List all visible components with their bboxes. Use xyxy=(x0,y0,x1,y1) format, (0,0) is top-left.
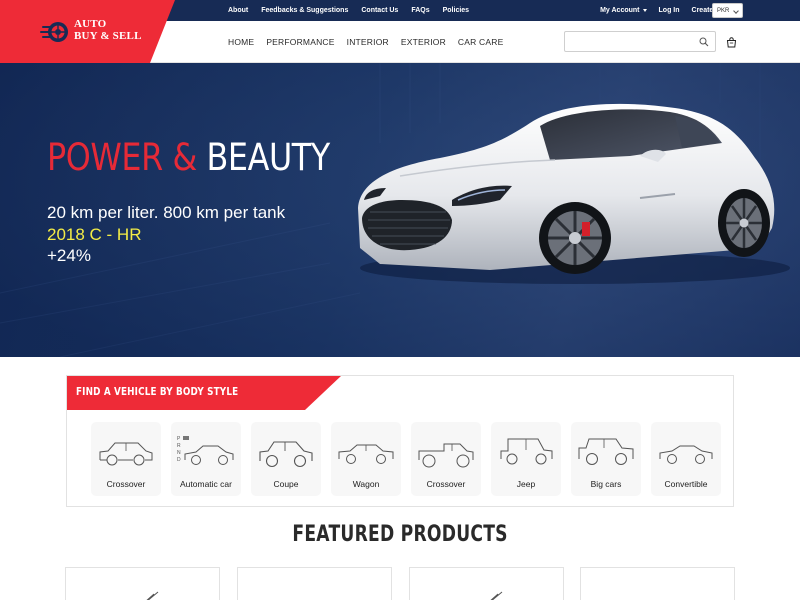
page: About Feedbacks & Suggestions Contact Us… xyxy=(0,0,800,600)
body-style-label: Crossover xyxy=(106,479,146,489)
sports-car-image xyxy=(358,103,790,284)
logo-line-2: BUY & SELL xyxy=(74,30,142,42)
featured-products-title-text: FEATURED PRODUCTS xyxy=(292,522,508,547)
big-car-icon xyxy=(578,438,634,465)
top-link-about[interactable]: About xyxy=(228,7,248,14)
body-style-wagon[interactable]: Wagon xyxy=(331,422,401,496)
chevron-down-icon xyxy=(733,8,739,14)
top-link-policies[interactable]: Policies xyxy=(443,7,469,14)
body-style-label: Convertible xyxy=(664,479,708,489)
top-link-contact[interactable]: Contact Us xyxy=(361,7,398,14)
body-style-automatic-car[interactable]: P R N D Automatic car xyxy=(171,422,241,496)
product-image xyxy=(288,590,348,600)
tire-logo-icon xyxy=(40,22,68,42)
logo[interactable]: AUTO BUY & SELL xyxy=(0,0,175,63)
product-image xyxy=(490,591,503,600)
body-style-big-cars[interactable]: Big cars xyxy=(571,422,641,496)
login-link[interactable]: Log In xyxy=(659,7,680,14)
nav-home[interactable]: HOME xyxy=(228,37,254,47)
hero-model: 2018 C - HR xyxy=(47,225,142,244)
jeep-icon xyxy=(500,438,553,465)
product-image xyxy=(631,590,691,600)
hero-subtitle: 20 km per liter. 800 km per tank xyxy=(47,203,286,222)
nav-performance[interactable]: PERFORMANCE xyxy=(266,37,334,47)
svg-text:D: D xyxy=(177,457,181,463)
body-style-label: Crossover xyxy=(426,479,466,489)
body-style-label: Jeep xyxy=(516,479,536,489)
body-style-crossover[interactable]: Crossover xyxy=(91,422,161,496)
crossover-icon xyxy=(99,442,153,466)
body-style-label: Big cars xyxy=(590,479,622,489)
hero-title: POWER & BEAUTY xyxy=(47,136,330,179)
chevron-down-icon xyxy=(642,8,647,12)
currency-select[interactable]: PKR xyxy=(712,3,743,18)
nav-exterior[interactable]: EXTERIOR xyxy=(401,37,446,47)
product-card[interactable] xyxy=(580,567,735,600)
body-style-crossover-2[interactable]: Crossover xyxy=(411,422,481,496)
wagon-icon xyxy=(338,444,394,464)
nav-car-care[interactable]: CAR CARE xyxy=(458,37,504,47)
body-style-section: FIND A VEHICLE BY BODY STYLE Crossover P… xyxy=(66,375,734,507)
cart-icon[interactable] xyxy=(726,37,737,48)
body-style-coupe[interactable]: Coupe xyxy=(251,422,321,496)
convertible-icon xyxy=(659,445,713,464)
body-style-title: FIND A VEHICLE BY BODY STYLE xyxy=(76,385,239,398)
nav-interior[interactable]: INTERIOR xyxy=(347,37,389,47)
search-box xyxy=(564,31,716,52)
body-style-label: Automatic car xyxy=(180,479,232,489)
automatic-car-icon: P R N D xyxy=(177,436,234,465)
svg-text:R: R xyxy=(177,443,181,449)
product-image xyxy=(146,591,159,600)
coupe-icon xyxy=(259,441,313,468)
svg-text:P: P xyxy=(177,436,181,442)
hero-banner: POWER & BEAUTY 20 km per liter. 800 km p… xyxy=(0,63,800,357)
my-account-label: My Account xyxy=(600,7,640,14)
hero-title-white: BEAUTY xyxy=(206,136,331,179)
featured-products-title: FEATURED PRODUCTS xyxy=(0,522,800,547)
search-input[interactable] xyxy=(569,35,695,48)
product-card[interactable] xyxy=(237,567,392,600)
top-link-faqs[interactable]: FAQs xyxy=(411,7,429,14)
my-account-dropdown[interactable]: My Account xyxy=(600,7,647,14)
product-card[interactable] xyxy=(409,567,564,600)
product-card[interactable] xyxy=(65,567,220,600)
top-links: About Feedbacks & Suggestions Contact Us… xyxy=(228,0,482,21)
main-nav: HOME PERFORMANCE INTERIOR EXTERIOR CAR C… xyxy=(228,21,515,63)
search-icon[interactable] xyxy=(699,37,709,47)
hero-stat: +24% xyxy=(47,246,91,265)
pickup-icon xyxy=(418,443,474,468)
body-style-label: Coupe xyxy=(273,479,299,489)
top-link-feedbacks[interactable]: Feedbacks & Suggestions xyxy=(261,7,348,14)
currency-value: PKR xyxy=(717,7,730,14)
logo-line-1: AUTO xyxy=(74,18,107,30)
svg-text:N: N xyxy=(177,450,181,456)
hero-title-red: POWER & xyxy=(47,136,197,179)
body-style-jeep[interactable]: Jeep xyxy=(491,422,561,496)
body-style-list: Crossover P R N D Automatic car Coupe Wa… xyxy=(91,422,731,496)
body-style-label: Wagon xyxy=(352,479,380,489)
logo-text: AUTO BUY & SELL xyxy=(74,18,142,42)
body-style-convertible[interactable]: Convertible xyxy=(651,422,721,496)
